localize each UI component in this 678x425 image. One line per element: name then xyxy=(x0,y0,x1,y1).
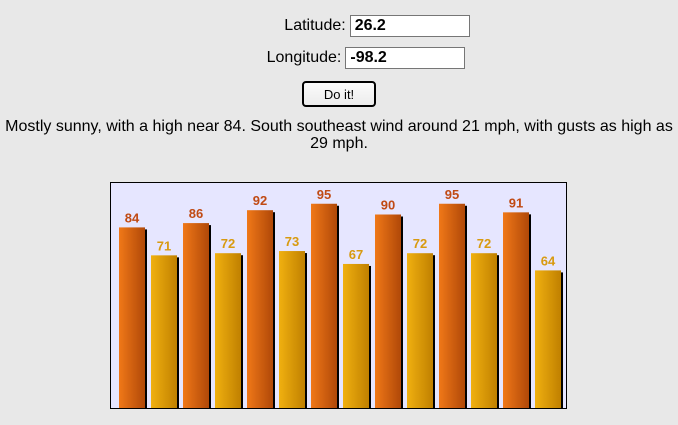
bar-value-label: 95 xyxy=(317,187,331,202)
bar-value-label: 73 xyxy=(285,234,299,249)
low-temp-bar xyxy=(471,253,497,408)
low-temp-bar xyxy=(151,255,177,408)
longitude-input[interactable] xyxy=(345,47,466,69)
bar-value-label: 67 xyxy=(349,247,363,262)
high-temp-bar xyxy=(311,203,337,408)
high-temp-bar xyxy=(503,212,529,408)
forecast-text: Mostly sunny, with a high near 84. South… xyxy=(5,118,673,152)
low-temp-bar xyxy=(343,263,369,408)
bar-value-label: 90 xyxy=(381,198,395,213)
bar-value-label: 64 xyxy=(541,253,556,268)
submit-row: Do it! xyxy=(0,79,678,109)
bar-value-label: 86 xyxy=(189,206,203,221)
bar-value-label: 71 xyxy=(157,238,171,253)
high-temp-bar xyxy=(247,210,273,408)
low-temp-bar xyxy=(407,253,433,408)
latitude-input[interactable] xyxy=(349,15,470,37)
high-temp-bar xyxy=(439,203,465,408)
bar-value-label: 72 xyxy=(477,236,491,251)
do-it-button[interactable]: Do it! xyxy=(302,81,376,107)
low-temp-bar xyxy=(215,253,241,408)
bar-value-label: 92 xyxy=(253,193,267,208)
low-temp-bar xyxy=(279,251,305,408)
bar-value-label: 72 xyxy=(413,236,427,251)
latitude-row: Latitude: xyxy=(0,14,678,38)
latitude-label: Latitude: xyxy=(284,17,346,34)
bar-value-label: 84 xyxy=(125,210,140,225)
low-temp-bar xyxy=(535,270,561,408)
longitude-label: Longitude: xyxy=(266,49,342,66)
bar-value-label: 95 xyxy=(445,187,459,202)
temperature-chart: 84 71 86 72 92 73 95 67 90 72 95 72 91 64 xyxy=(110,182,567,409)
high-temp-bar xyxy=(119,227,145,408)
bar-value-label: 72 xyxy=(221,236,235,251)
high-temp-bar xyxy=(375,214,401,408)
chart-svg: 84 71 86 72 92 73 95 67 90 72 95 72 91 64 xyxy=(119,187,563,408)
bar-value-label: 91 xyxy=(509,195,523,210)
high-temp-bar xyxy=(183,223,209,408)
longitude-row: Longitude: xyxy=(0,46,678,70)
